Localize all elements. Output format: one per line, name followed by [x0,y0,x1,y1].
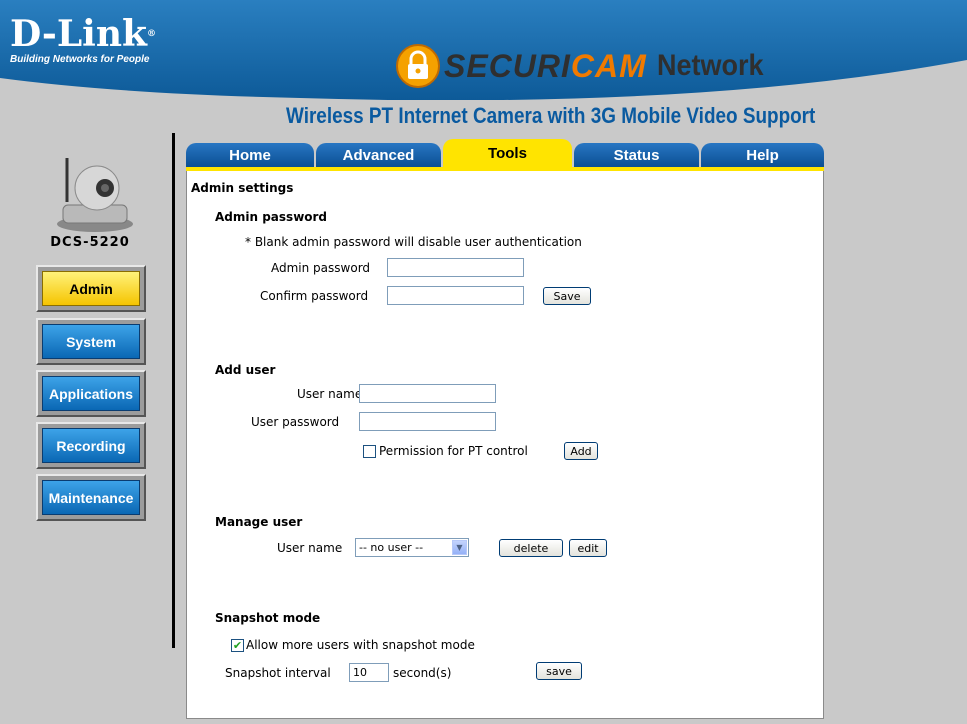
securicam-brand: SECURI CAM Network [396,44,775,88]
tab-bar: Home Advanced Tools Status Help [186,139,824,167]
edit-user-button[interactable]: edit [569,539,607,557]
snapshot-mode-heading: Snapshot mode [215,611,321,625]
confirm-password-label: Confirm password [260,289,369,303]
user-select-dropdown[interactable]: -- no user -- ▼ [355,538,469,557]
save-snapshot-button[interactable]: save [536,662,582,680]
dropdown-arrow-icon: ▼ [452,540,467,555]
add-username-input[interactable] [359,384,496,403]
checkbox-check-icon: ✔ [232,639,243,652]
admin-password-heading: Admin password [215,210,328,224]
snapshot-interval-label: Snapshot interval [225,666,331,680]
dlink-logo: D-Link® Building Networks for People [10,13,156,65]
tab-help[interactable]: Help [701,143,824,167]
admin-password-input[interactable] [387,258,524,277]
add-user-password-input[interactable] [359,412,496,431]
tab-tools[interactable]: Tools [443,139,572,167]
add-username-label: User name [297,387,363,401]
product-subtitle: Wireless PT Internet Camera with 3G Mobi… [286,103,816,128]
admin-password-label: Admin password [271,261,371,275]
sidebar-item-maintenance[interactable]: Maintenance [36,474,146,521]
lock-icon [396,44,440,88]
admin-settings-panel: Admin settings Admin password * Blank ad… [186,171,824,719]
snapshot-interval-input[interactable] [349,663,389,682]
tab-advanced[interactable]: Advanced [316,143,441,167]
camera-image [57,158,133,232]
pt-permission-label: Permission for PT control [379,444,528,458]
delete-user-button[interactable]: delete [499,539,563,557]
manage-user-heading: Manage user [215,515,303,529]
sidebar-item-applications[interactable]: Applications [36,370,146,417]
tab-status[interactable]: Status [574,143,699,167]
pt-permission-checkbox[interactable] [363,445,376,458]
save-password-button[interactable]: Save [543,287,591,305]
add-user-password-label: User password [251,415,340,429]
confirm-password-input[interactable] [387,286,524,305]
snapshot-allow-label: Allow more users with snapshot mode [246,638,475,652]
model-label: DCS-5220 [50,235,130,250]
manage-username-label: User name [277,541,343,555]
add-user-button[interactable]: Add [564,442,598,460]
vertical-divider [172,133,175,648]
sidebar-item-admin[interactable]: Admin [36,265,146,312]
sidebar-item-system[interactable]: System [36,318,146,365]
page-title: Admin settings [191,181,294,195]
snapshot-allow-checkbox[interactable]: ✔ [231,639,244,652]
sidebar-item-recording[interactable]: Recording [36,422,146,469]
add-user-heading: Add user [215,363,276,377]
blank-password-note: * Blank admin password will disable user… [245,235,582,249]
snapshot-interval-unit: second(s) [393,666,452,680]
tab-home[interactable]: Home [186,143,314,167]
